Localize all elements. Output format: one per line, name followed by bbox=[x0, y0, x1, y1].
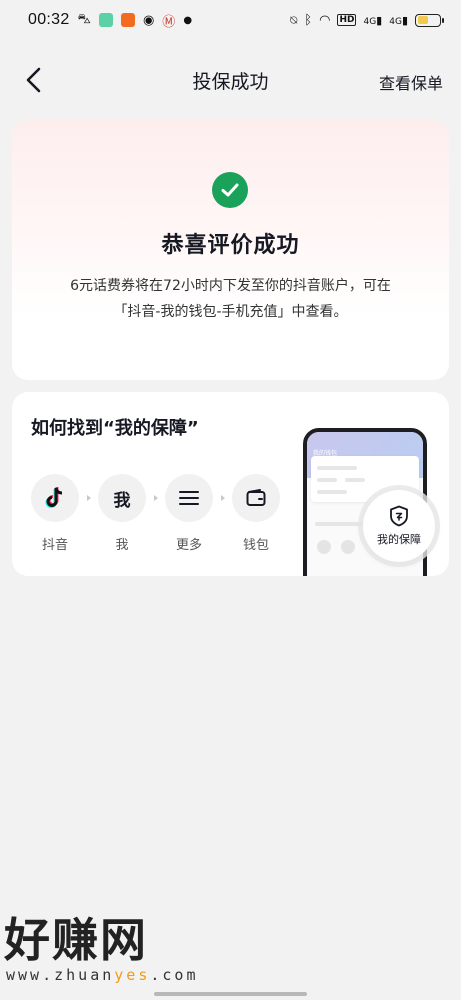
menu-icon bbox=[165, 474, 213, 522]
page-title: 投保成功 bbox=[192, 70, 269, 93]
status-time: 00:32 bbox=[28, 11, 70, 28]
step-label-douyin: 抖音 bbox=[41, 538, 68, 553]
signal-icon-2: 4G▮ bbox=[389, 13, 408, 27]
nav-bar: 投保成功 查看保单 bbox=[0, 52, 461, 108]
view-policy-link[interactable]: 查看保单 bbox=[379, 70, 443, 94]
guide-title: 如何找到“我的保障” bbox=[31, 418, 199, 439]
guide-steps: 抖音 我 我 更多 钱包 bbox=[30, 474, 281, 553]
step-wallet: 钱包 bbox=[231, 474, 281, 553]
vibrate-icon: ⍉ bbox=[290, 12, 298, 27]
wifi-icon: ◠ bbox=[319, 12, 331, 28]
step-label-wallet: 钱包 bbox=[242, 538, 269, 553]
success-desc-line1: 6元话费券将在72小时内下发至你的抖音账户，可在 bbox=[70, 278, 391, 294]
status-bar-right: ⍉ ᛒ ◠ HD 4G▮ 4G▮ bbox=[290, 12, 444, 28]
success-check-icon bbox=[212, 172, 248, 208]
watermark-url-suffix: .com bbox=[150, 966, 199, 984]
battery-icon bbox=[415, 13, 444, 27]
watermark-url-highlight: yes bbox=[114, 966, 151, 984]
success-description: 6元话费券将在72小时内下发至你的抖音账户，可在 「抖音-我的钱包-手机充值」中… bbox=[42, 273, 419, 325]
douyin-icon bbox=[31, 474, 79, 522]
step-arrow-icon bbox=[214, 474, 231, 522]
wechat-icon: ◉ bbox=[142, 12, 155, 28]
watermark-brand: 好赚网 bbox=[4, 913, 148, 967]
app-green-icon bbox=[98, 13, 113, 27]
step-douyin: 抖音 bbox=[30, 474, 80, 553]
watermark-url: www.zhuanyes.com bbox=[4, 966, 199, 984]
app-orange-icon bbox=[120, 13, 135, 27]
bank-app-icon: Ⓜ bbox=[162, 14, 176, 30]
home-indicator[interactable] bbox=[154, 992, 307, 996]
bluetooth-icon: ᛒ bbox=[304, 12, 313, 28]
step-arrow-icon bbox=[147, 474, 164, 522]
success-desc-line2: 「抖音-我的钱包-手机充值」中查看。 bbox=[113, 304, 348, 320]
success-card: 恭喜评价成功 6元话费券将在72小时内下发至你的抖音账户，可在 「抖音-我的钱包… bbox=[12, 120, 449, 380]
step-more: 更多 bbox=[164, 474, 214, 553]
signal-icon-1: 4G▮ bbox=[363, 13, 383, 27]
my-protection-label: 我的保障 bbox=[377, 533, 421, 546]
step-me: 我 我 bbox=[97, 474, 147, 553]
status-bar: 00:32 ⛍ ◉ Ⓜ ● ⍉ ᛒ ◠ HD 4G▮ 4G▮ bbox=[0, 0, 461, 40]
signal-label-1: 4G bbox=[363, 16, 377, 27]
traffic-app-icon: ⛍ bbox=[77, 11, 91, 27]
step-label-me: 我 bbox=[115, 538, 129, 553]
shield-icon bbox=[390, 505, 408, 527]
notification-dot-icon: ● bbox=[183, 14, 193, 26]
watermark: 好赚网 www.zhuanyes.com bbox=[4, 912, 199, 984]
back-arrow-icon[interactable] bbox=[22, 66, 46, 94]
me-icon: 我 bbox=[98, 474, 146, 522]
step-label-more: 更多 bbox=[175, 538, 202, 553]
success-title: 恭喜评价成功 bbox=[161, 233, 300, 258]
watermark-url-prefix: www.zhuan bbox=[6, 966, 115, 984]
hd-badge: HD bbox=[337, 14, 357, 26]
step-arrow-icon bbox=[80, 474, 97, 522]
wallet-icon bbox=[232, 474, 280, 522]
signal-label-2: 4G bbox=[389, 16, 402, 27]
my-protection-badge: 我的保障 bbox=[363, 490, 435, 562]
status-bar-left: 00:32 ⛍ ◉ Ⓜ ● bbox=[28, 11, 192, 30]
guide-card: 如何找到“我的保障” 抖音 我 我 更多 钱包 我的钱包 我的保障 bbox=[12, 392, 449, 576]
